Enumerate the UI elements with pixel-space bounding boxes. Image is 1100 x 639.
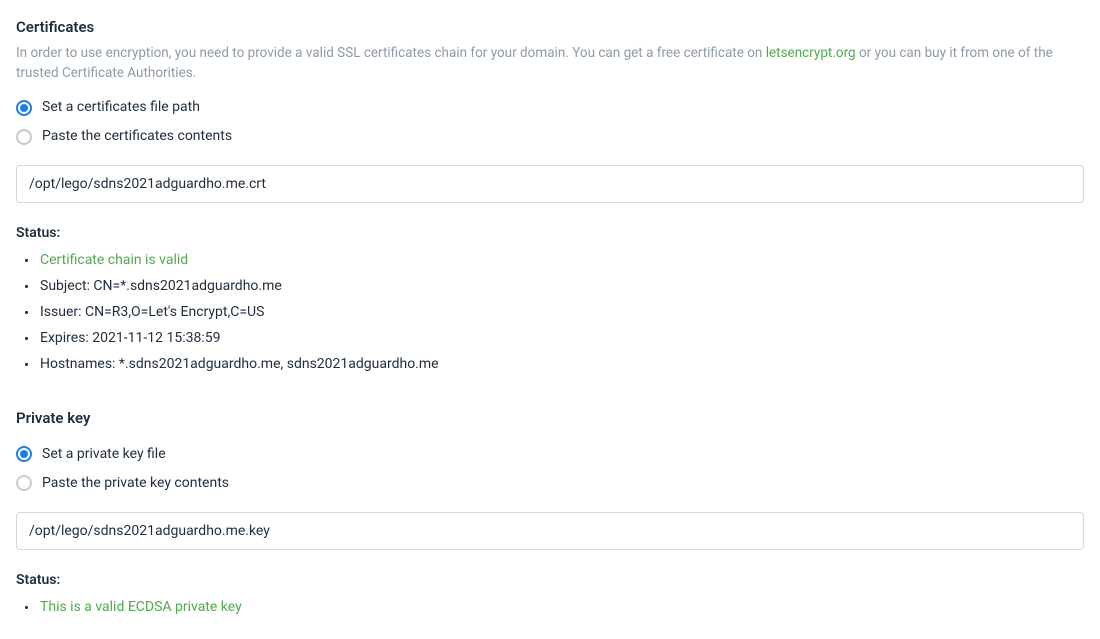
cert-radio-path[interactable] — [16, 100, 32, 116]
private-key-title: Private key — [16, 407, 1084, 430]
cert-radio-path-row[interactable]: Set a certificates file path — [16, 97, 1084, 118]
certificates-description: In order to use encryption, you need to … — [16, 43, 1084, 84]
cert-path-input[interactable] — [16, 165, 1084, 203]
certificates-section: Certificates In order to use encryption,… — [16, 16, 1084, 375]
cert-status-valid: Certificate chain is valid — [22, 250, 1084, 271]
cert-status-issuer: Issuer: CN=R3,O=Let's Encrypt,C=US — [22, 302, 1084, 323]
pk-status-valid: This is a valid ECDSA private key — [22, 597, 1084, 618]
cert-status-list: Certificate chain is valid Subject: CN=*… — [16, 250, 1084, 375]
pk-radio-paste-row[interactable]: Paste the private key contents — [16, 473, 1084, 494]
cert-status-label: Status: — [16, 223, 1084, 244]
cert-radio-paste-label: Paste the certificates contents — [42, 126, 232, 147]
pk-status-list: This is a valid ECDSA private key — [16, 597, 1084, 618]
pk-radio-paste[interactable] — [16, 475, 32, 491]
cert-radio-paste[interactable] — [16, 129, 32, 145]
letsencrypt-link[interactable]: letsencrypt.org — [766, 45, 856, 61]
cert-radio-path-label: Set a certificates file path — [42, 97, 200, 118]
cert-status-expires: Expires: 2021-11-12 15:38:59 — [22, 328, 1084, 349]
pk-radio-path[interactable] — [16, 446, 32, 462]
private-key-section: Private key Set a private key file Paste… — [16, 407, 1084, 618]
cert-status-subject: Subject: CN=*.sdns2021adguardho.me — [22, 276, 1084, 297]
certificates-title: Certificates — [16, 16, 1084, 39]
pk-radio-path-label: Set a private key file — [42, 444, 166, 465]
pk-radio-path-row[interactable]: Set a private key file — [16, 444, 1084, 465]
pk-path-input[interactable] — [16, 512, 1084, 550]
pk-radio-paste-label: Paste the private key contents — [42, 473, 229, 494]
cert-radio-paste-row[interactable]: Paste the certificates contents — [16, 126, 1084, 147]
pk-status-label: Status: — [16, 570, 1084, 591]
cert-status-hostnames: Hostnames: *.sdns2021adguardho.me, sdns2… — [22, 354, 1084, 375]
certificates-desc-before: In order to use encryption, you need to … — [16, 45, 766, 61]
